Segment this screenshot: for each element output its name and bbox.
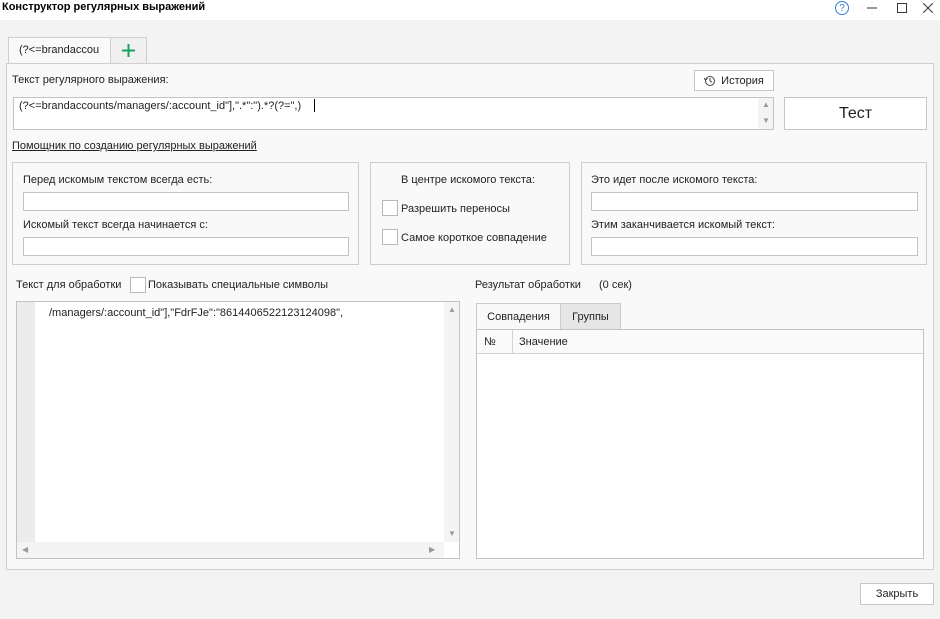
before-label: Перед искомым текстом всегда есть: xyxy=(23,174,213,186)
allow-wrap-checkbox[interactable] xyxy=(382,200,398,216)
scroll-down-arrow-icon[interactable]: ▼ xyxy=(448,529,456,538)
regex-label: Текст регулярного выражения: xyxy=(12,74,169,86)
maximize-icon xyxy=(897,3,907,13)
column-header-number[interactable]: № xyxy=(484,336,496,348)
before-input[interactable] xyxy=(23,192,349,211)
result-time: (0 сек) xyxy=(599,279,632,291)
help-icon: ? xyxy=(835,1,849,15)
history-button[interactable]: История xyxy=(694,70,774,91)
scroll-left-arrow-icon[interactable]: ◀ xyxy=(22,545,28,554)
line-gutter xyxy=(17,302,35,542)
center-text-group: В центре искомого текста: Разрешить пере… xyxy=(370,162,570,265)
minimize-icon xyxy=(867,7,877,9)
help-button[interactable]: ? xyxy=(830,0,854,16)
center-label: В центре искомого текста: xyxy=(401,174,535,186)
regex-input[interactable]: (?<=brandaccounts/managers/:account_id"]… xyxy=(13,97,774,130)
source-vertical-scrollbar[interactable]: ▲ ▼ xyxy=(444,302,459,542)
source-horizontal-scrollbar[interactable]: ◀ ▶ xyxy=(17,542,444,558)
source-text-label: Текст для обработки xyxy=(16,279,122,291)
result-label: Результат обработки xyxy=(475,279,581,291)
test-button-label: Тест xyxy=(838,104,873,122)
before-text-group: Перед искомым текстом всегда есть: Иском… xyxy=(12,162,359,265)
after-text-group: Это идет после искомого текста: Этим зак… xyxy=(581,162,927,265)
window-title: Конструктор регулярных выражений xyxy=(2,1,206,13)
scroll-up-arrow-icon[interactable]: ▲ xyxy=(448,305,456,314)
show-special-chars-checkbox[interactable] xyxy=(130,277,146,293)
starts-label: Искомый текст всегда начинается с: xyxy=(23,219,208,231)
scroll-up-arrow-icon[interactable]: ▲ xyxy=(762,100,770,109)
minimize-button[interactable] xyxy=(860,0,884,16)
source-text-content: /managers/:account_id"],"FdrFJe":"861440… xyxy=(49,307,344,319)
test-button[interactable]: Тест xyxy=(784,97,927,130)
tab-groups[interactable]: Группы xyxy=(561,303,621,329)
tab-regex-label: (?<=brandaccou xyxy=(19,44,100,56)
history-label: История xyxy=(721,74,764,87)
shortest-match-label: Самое короткое совпадение xyxy=(401,232,547,244)
ends-input[interactable] xyxy=(591,237,918,256)
text-cursor xyxy=(314,99,315,112)
scroll-down-arrow-icon[interactable]: ▼ xyxy=(762,116,770,125)
column-header-value[interactable]: Значение xyxy=(519,336,568,348)
after-label: Это идет после искомого текста: xyxy=(591,174,758,186)
add-tab-button[interactable] xyxy=(111,37,147,63)
tab-matches-label: Совпадения xyxy=(487,310,550,323)
shortest-match-checkbox[interactable] xyxy=(382,229,398,245)
tab-regex[interactable]: (?<=brandaccou xyxy=(8,37,111,64)
regex-scrollbar[interactable]: ▲ ▼ xyxy=(758,98,773,129)
plus-icon xyxy=(122,44,135,57)
close-icon xyxy=(923,3,933,13)
close-button-label: Закрыть xyxy=(875,588,919,600)
show-special-chars-label: Показывать специальные символы xyxy=(148,279,329,291)
ends-label: Этим заканчивается искомый текст: xyxy=(591,219,775,231)
history-icon xyxy=(704,75,716,86)
allow-wrap-label: Разрешить переносы xyxy=(401,203,510,215)
title-bar: Конструктор регулярных выражений ? xyxy=(0,0,940,20)
tab-matches[interactable]: Совпадения xyxy=(476,303,561,329)
table-header: № Значение xyxy=(477,330,923,354)
column-divider xyxy=(512,330,513,354)
tab-groups-label: Группы xyxy=(572,310,609,323)
results-table[interactable]: № Значение xyxy=(476,329,924,559)
helper-link[interactable]: Помощник по созданию регулярных выражени… xyxy=(12,140,257,152)
source-text-editor[interactable]: /managers/:account_id"],"FdrFJe":"861440… xyxy=(16,301,460,559)
maximize-button[interactable] xyxy=(890,0,914,16)
regex-input-text: (?<=brandaccounts/managers/:account_id"]… xyxy=(19,100,302,112)
close-button[interactable]: Закрыть xyxy=(860,583,934,605)
scroll-right-arrow-icon[interactable]: ▶ xyxy=(429,545,435,554)
after-input[interactable] xyxy=(591,192,918,211)
close-window-button[interactable] xyxy=(916,0,940,16)
starts-input[interactable] xyxy=(23,237,349,256)
